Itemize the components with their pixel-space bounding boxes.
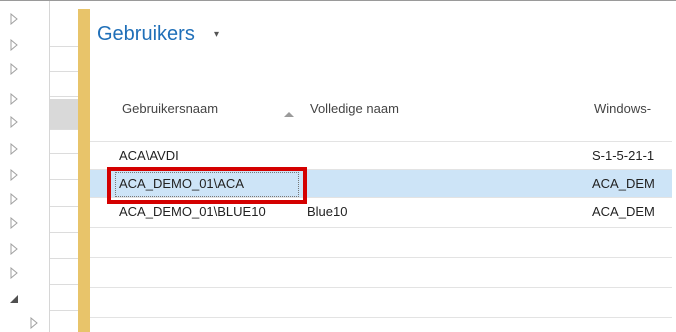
column-header-full-name[interactable]: Volledige naam — [310, 101, 399, 116]
triangle-right-icon[interactable] — [8, 116, 20, 128]
triangle-right-icon[interactable] — [8, 93, 20, 105]
strip-divider — [50, 179, 78, 180]
strip-divider — [50, 258, 78, 259]
strip-divider — [50, 153, 78, 154]
triangle-right-icon[interactable] — [8, 169, 20, 181]
tree-gutter — [0, 1, 49, 332]
users-list-page: Gebruikers ▾ Gebruikersnaam Volledige na… — [90, 1, 676, 332]
cell-username[interactable]: ACA\AVDI — [119, 148, 179, 163]
annotation-highlight-box — [107, 167, 307, 204]
column-header-username[interactable]: Gebruikersnaam — [122, 101, 218, 116]
strip-divider — [50, 71, 78, 72]
sort-ascending-icon — [284, 112, 294, 117]
column-header-windows[interactable]: Windows- — [594, 101, 651, 116]
grid-line — [90, 317, 676, 318]
triangle-right-icon[interactable] — [8, 143, 20, 155]
page-title: Gebruikers — [97, 23, 195, 45]
strip-divider — [50, 284, 78, 285]
strip-divider — [50, 310, 78, 311]
strip-divider — [50, 46, 78, 47]
triangle-right-icon[interactable] — [8, 267, 20, 279]
triangle-right-icon[interactable] — [8, 217, 20, 229]
cell-username[interactable]: ACA_DEMO_01\BLUE10 — [119, 204, 266, 219]
cell-windows[interactable]: ACA_DEM — [592, 176, 655, 191]
row-selector-active[interactable] — [50, 99, 78, 129]
grid-line — [90, 287, 676, 288]
grid-line — [90, 257, 676, 258]
grid-line — [90, 227, 676, 228]
form-window: Gebruikers ▾ Gebruikersnaam Volledige na… — [0, 0, 676, 332]
triangle-right-icon[interactable] — [8, 13, 20, 25]
table-row[interactable]: ACA\AVDI S-1-5-21-1 — [90, 142, 676, 169]
row-selector-strip — [50, 1, 78, 332]
triangle-right-icon[interactable] — [28, 317, 40, 329]
strip-divider — [50, 129, 78, 130]
cell-full-name[interactable]: Blue10 — [307, 204, 347, 219]
strip-divider — [50, 96, 78, 97]
accent-bar — [78, 9, 90, 332]
triangle-right-icon[interactable] — [8, 193, 20, 205]
cell-windows[interactable]: ACA_DEM — [592, 204, 655, 219]
triangle-right-icon[interactable] — [8, 243, 20, 255]
title-menu-caret-icon[interactable]: ▾ — [214, 29, 219, 40]
triangle-right-icon[interactable] — [8, 39, 20, 51]
triangle-right-icon[interactable] — [8, 63, 20, 75]
cell-windows[interactable]: S-1-5-21-1 — [592, 148, 654, 163]
strip-divider — [50, 206, 78, 207]
window-edge — [672, 1, 676, 332]
triangle-down-icon[interactable] — [8, 293, 20, 305]
strip-divider — [50, 232, 78, 233]
